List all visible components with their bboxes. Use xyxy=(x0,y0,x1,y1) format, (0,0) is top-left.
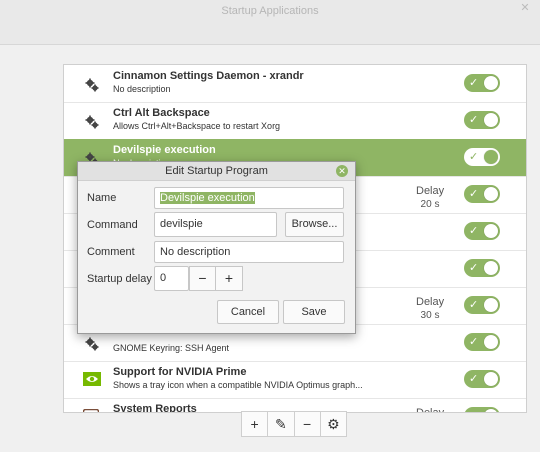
checkmark-icon: ✓ xyxy=(469,373,479,385)
add-button[interactable]: + xyxy=(242,412,269,436)
enable-toggle[interactable]: ✓ xyxy=(464,407,500,412)
delay-label: Delay xyxy=(416,296,445,308)
enable-toggle[interactable]: ✓ xyxy=(464,259,500,277)
checkmark-icon: ✓ xyxy=(469,299,479,311)
dialog-close-icon[interactable]: ✕ xyxy=(336,165,348,177)
gears-icon xyxy=(85,78,99,92)
list-item[interactable]: Ctrl Alt Backspace Allows Ctrl+Alt+Backsp… xyxy=(64,102,526,140)
checkmark-icon: ✓ xyxy=(469,151,479,163)
toggle-knob xyxy=(484,76,498,90)
enable-toggle[interactable]: ✓ xyxy=(464,148,500,166)
window-close-icon[interactable]: ✕ xyxy=(520,3,530,14)
dialog-titlebar: Edit Startup Program ✕ xyxy=(78,162,355,181)
enable-toggle[interactable]: ✓ xyxy=(464,296,500,314)
toggle-knob xyxy=(484,298,498,312)
delay-decrease-button[interactable]: − xyxy=(189,266,216,291)
system-reports-icon xyxy=(82,408,100,412)
toggle-knob xyxy=(484,187,498,201)
checkmark-icon: ✓ xyxy=(469,409,478,412)
gears-icon xyxy=(85,115,99,129)
toggle-knob xyxy=(484,113,498,127)
comment-field[interactable]: No description xyxy=(154,241,344,263)
gears-icon xyxy=(85,337,99,351)
nvidia-icon xyxy=(83,372,101,386)
checkmark-icon: ✓ xyxy=(469,188,479,200)
app-description: Shows a tray icon when a compatible NVID… xyxy=(113,380,363,390)
toggle-knob xyxy=(484,261,498,275)
delay-label: Delay xyxy=(416,407,445,413)
app-description: No description xyxy=(113,84,171,94)
enable-toggle[interactable]: ✓ xyxy=(464,222,500,240)
save-button[interactable]: Save xyxy=(283,300,345,324)
enable-toggle[interactable]: ✓ xyxy=(464,370,500,388)
command-field[interactable]: devilspie xyxy=(154,212,277,237)
checkmark-icon: ✓ xyxy=(469,225,479,237)
list-toolbar: + ✎ − ⚙ xyxy=(241,411,347,437)
list-item[interactable]: Cinnamon Settings Daemon - xrandr No desc… xyxy=(64,65,526,103)
edit-startup-dialog: Edit Startup Program ✕ Name Devilspie ex… xyxy=(77,161,356,334)
enable-toggle[interactable]: ✓ xyxy=(464,185,500,203)
list-item[interactable]: Support for NVIDIA Prime Shows a tray ico… xyxy=(64,361,526,399)
comment-label: Comment xyxy=(87,246,135,258)
cancel-button[interactable]: Cancel xyxy=(217,300,279,324)
dialog-title: Edit Startup Program xyxy=(165,165,268,177)
app-description: GNOME Keyring: SSH Agent xyxy=(113,343,230,353)
app-name: System Reports xyxy=(113,403,197,413)
checkmark-icon: ✓ xyxy=(469,77,479,89)
app-name: Devilspie execution xyxy=(113,144,216,156)
delay-value: 30 s xyxy=(420,310,440,321)
app-name: Ctrl Alt Backspace xyxy=(113,107,210,119)
app-description: Allows Ctrl+Alt+Backspace to restart Xor… xyxy=(113,121,281,131)
toggle-knob xyxy=(484,372,498,386)
toggle-knob xyxy=(484,224,498,238)
remove-button[interactable]: − xyxy=(295,412,321,436)
startup-delay-label: Startup delay xyxy=(87,273,152,285)
command-label: Command xyxy=(87,219,138,231)
enable-toggle[interactable]: ✓ xyxy=(464,333,500,351)
toggle-knob xyxy=(484,335,498,349)
checkmark-icon: ✓ xyxy=(469,262,479,274)
edit-button[interactable]: ✎ xyxy=(268,412,295,436)
checkmark-icon: ✓ xyxy=(469,336,479,348)
toggle-knob xyxy=(484,409,498,412)
delay-increase-button[interactable]: + xyxy=(215,266,243,291)
run-now-button[interactable]: ⚙ xyxy=(321,412,346,436)
startup-delay-input[interactable]: 0 xyxy=(154,266,189,291)
name-field-value: Devilspie execution xyxy=(160,192,255,204)
app-name: Support for NVIDIA Prime xyxy=(113,366,247,378)
window-titlebar: Startup Applications ✕ xyxy=(0,0,540,45)
browse-button[interactable]: Browse... xyxy=(285,212,344,237)
enable-toggle[interactable]: ✓ xyxy=(464,74,500,92)
delay-value: 20 s xyxy=(420,199,440,210)
name-field[interactable]: Devilspie execution xyxy=(154,187,344,209)
toggle-knob xyxy=(484,150,498,164)
checkmark-icon: ✓ xyxy=(469,114,479,126)
enable-toggle[interactable]: ✓ xyxy=(464,111,500,129)
delay-label: Delay xyxy=(416,185,445,197)
name-label: Name xyxy=(87,192,117,204)
window-title: Startup Applications xyxy=(221,5,319,17)
app-name: Cinnamon Settings Daemon - xrandr xyxy=(113,70,304,82)
